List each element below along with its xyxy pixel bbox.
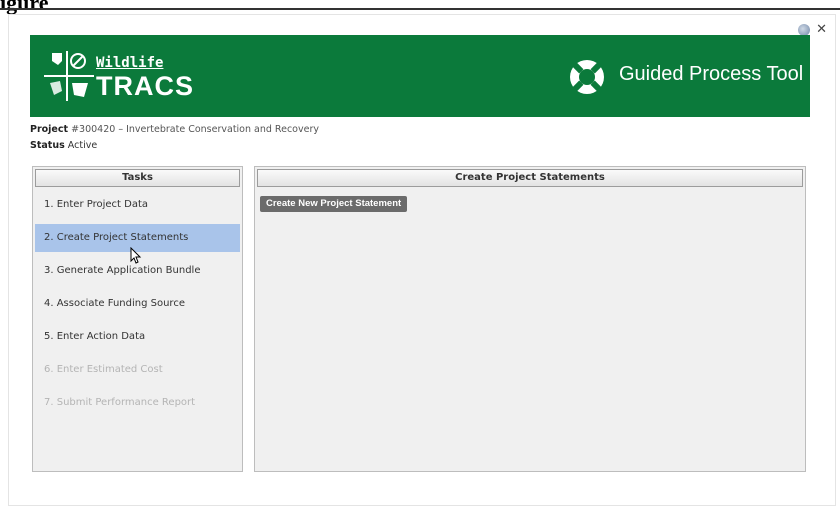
project-label: Project bbox=[30, 124, 69, 135]
create-new-statement-button[interactable]: Create New Project Statement bbox=[260, 196, 408, 212]
close-icon[interactable]: ✕ bbox=[816, 23, 827, 36]
task-item-submit-performance-report: 7. Submit Performance Report bbox=[44, 397, 196, 408]
task-item-enter-estimated-cost: 6. Enter Estimated Cost bbox=[44, 364, 163, 375]
logo-wildlife-text: Wildlife bbox=[96, 55, 164, 71]
status-info: Status Active bbox=[30, 140, 97, 151]
tasks-header: Tasks bbox=[35, 169, 240, 187]
mouse-pointer-icon bbox=[130, 247, 142, 264]
status-label: Status bbox=[30, 140, 65, 151]
main-panel: Create Project Statements Create New Pro… bbox=[254, 166, 806, 472]
main-header: Create Project Statements bbox=[257, 169, 803, 187]
task-item-enter-project-data[interactable]: 1. Enter Project Data bbox=[35, 191, 240, 219]
task-item-enter-action-data[interactable]: 5. Enter Action Data bbox=[35, 323, 240, 351]
lifebuoy-icon bbox=[570, 60, 604, 94]
logo-tracs-text: TRACS bbox=[96, 71, 194, 101]
task-item-associate-funding-source[interactable]: 4. Associate Funding Source bbox=[35, 290, 240, 318]
task-list: 1. Enter Project Data 2. Create Project … bbox=[33, 187, 242, 417]
logo-graphic-icon bbox=[44, 51, 94, 101]
status-value: Active bbox=[67, 140, 98, 151]
tool-title: Guided Process Tool bbox=[619, 63, 804, 85]
wildlife-tracs-logo: Wildlife TRACS bbox=[44, 47, 194, 105]
project-info: Project #300420 – Invertebrate Conservat… bbox=[30, 124, 319, 135]
page-rule bbox=[0, 8, 840, 10]
tasks-panel: Tasks 1. Enter Project Data 2. Create Pr… bbox=[32, 166, 243, 472]
project-value: #300420 – Invertebrate Conservation and … bbox=[71, 124, 319, 135]
header-banner: Wildlife TRACS Guided Process Tool bbox=[30, 35, 810, 117]
